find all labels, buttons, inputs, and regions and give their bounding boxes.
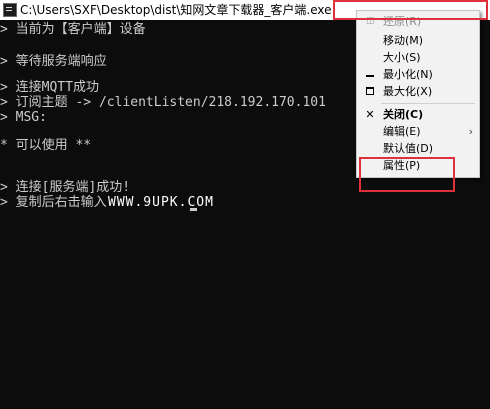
watermark-text: WWW.9UPK.COM [108,195,214,210]
console-line: > MSG: [0,110,47,125]
menu-separator [381,103,475,104]
highlight-box [333,0,488,20]
menu-item-minimize[interactable]: 最小化(N) [357,66,479,83]
menu-item-size[interactable]: 大小(S) [357,49,479,66]
console-line: * 可以使用 ** [0,138,92,153]
chevron-right-icon: › [468,125,473,138]
console-app-icon[interactable] [3,3,17,17]
menu-item-label: 最大化(X) [383,85,433,98]
console-line: > 当前为【客户端】设备 [0,22,146,37]
close-icon: ✕ [365,108,375,121]
console-line: > 连接[服务端]成功! [0,180,131,195]
highlight-box [359,157,455,192]
window-title: C:\Users\SXF\Desktop\dist\知网文章下载器_客户端.ex… [20,3,332,17]
menu-item-label: 最小化(N) [383,68,433,81]
menu-item-close[interactable]: ✕ 关闭(C) [357,106,479,123]
text-cursor [190,208,197,211]
menu-item-maximize[interactable]: 最大化(X) [357,83,479,100]
maximize-icon [366,87,374,95]
menu-item-label: 移动(M) [383,34,424,47]
menu-item-move[interactable]: 移动(M) [357,32,479,49]
menu-item-label: 默认值(D) [383,142,434,155]
menu-item-label: 编辑(E) [383,125,421,138]
console-line: > 复制后右击输入 [0,195,107,210]
menu-item-label: 关闭(C) [383,108,424,121]
menu-item-defaults[interactable]: 默认值(D) [357,140,479,157]
console-line: > 订阅主题 -> /clientListen/218.192.170.101 [0,95,326,110]
console-line: > 连接MQTT成功 [0,80,99,95]
console-line: > 等待服务端响应 [0,54,107,69]
menu-item-label: 大小(S) [383,51,421,64]
menu-item-edit[interactable]: 编辑(E) › [357,123,479,140]
system-menu: ◫ 还原(R) 移动(M) 大小(S) 最小化(N) 最大化(X) ✕ 关闭(C… [356,10,480,178]
minimize-icon [366,75,374,77]
